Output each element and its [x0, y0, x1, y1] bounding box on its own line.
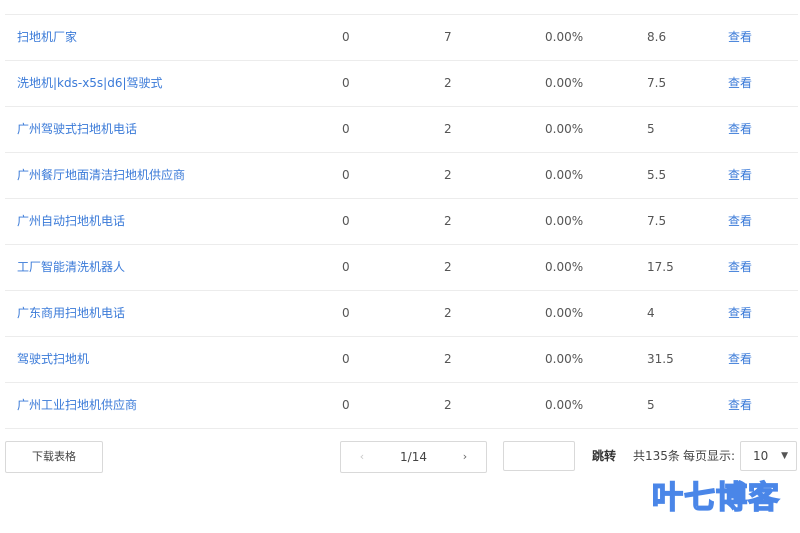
- per-page-select[interactable]: 10 ▼: [740, 441, 797, 471]
- cell-value: 0: [342, 30, 350, 44]
- cell-value: 0: [342, 214, 350, 228]
- cell-value: 5: [647, 122, 655, 136]
- pagination: ‹ 1/14 ›: [340, 441, 487, 473]
- jump-button[interactable]: 跳转: [592, 441, 616, 471]
- cell-value: 2: [444, 76, 452, 90]
- table-row: 驾驶式扫地机 0 2 0.00% 31.5 查看: [5, 337, 798, 383]
- cell-value: 17.5: [647, 260, 674, 274]
- chevron-left-icon[interactable]: ‹: [347, 442, 377, 472]
- cell-percent: 0.00%: [545, 214, 584, 228]
- view-link[interactable]: 查看: [728, 61, 752, 106]
- view-link[interactable]: 查看: [728, 107, 752, 152]
- page: 扫地机厂家 0 7 0.00% 8.6 查看 洗地机|kds-x5s|d6|驾驶…: [0, 0, 800, 533]
- keyword-link[interactable]: 广州驾驶式扫地机电话: [17, 107, 137, 152]
- cell-percent: 0.00%: [545, 168, 584, 182]
- cell-percent: 0.00%: [545, 306, 584, 320]
- view-link[interactable]: 查看: [728, 153, 752, 198]
- cell-value: 2: [444, 168, 452, 182]
- cell-percent: 0.00%: [545, 260, 584, 274]
- cell-value: 0: [342, 168, 350, 182]
- keyword-link[interactable]: 洗地机|kds-x5s|d6|驾驶式: [17, 61, 163, 106]
- cell-value: 31.5: [647, 352, 674, 366]
- view-link[interactable]: 查看: [728, 291, 752, 336]
- cell-value: 0: [342, 306, 350, 320]
- chevron-right-icon[interactable]: ›: [450, 442, 480, 472]
- cell-value: 5: [647, 398, 655, 412]
- keyword-link[interactable]: 广东商用扫地机电话: [17, 291, 125, 336]
- cell-value: 0: [342, 352, 350, 366]
- table-row: 广州餐厅地面清洁扫地机供应商 0 2 0.00% 5.5 查看: [5, 153, 798, 199]
- view-link[interactable]: 查看: [728, 15, 752, 60]
- table-row: 广东商用扫地机电话 0 2 0.00% 4 查看: [5, 291, 798, 337]
- view-link[interactable]: 查看: [728, 337, 752, 382]
- table-row: 广州驾驶式扫地机电话 0 2 0.00% 5 查看: [5, 107, 798, 153]
- page-indicator: 1/14: [400, 450, 427, 464]
- download-table-button[interactable]: 下载表格: [5, 441, 103, 473]
- cell-value: 0: [342, 76, 350, 90]
- cell-percent: 0.00%: [545, 398, 584, 412]
- cell-value: 7.5: [647, 214, 667, 228]
- cell-value: 0: [342, 398, 350, 412]
- cell-value: 8.6: [647, 30, 667, 44]
- view-link[interactable]: 查看: [728, 383, 752, 428]
- cell-value: 2: [444, 122, 452, 136]
- cell-value: 2: [444, 214, 452, 228]
- watermark-logo: 叶七博客: [651, 479, 780, 517]
- keyword-link[interactable]: 广州餐厅地面清洁扫地机供应商: [17, 153, 185, 198]
- keyword-link[interactable]: 驾驶式扫地机: [17, 337, 89, 382]
- keyword-link[interactable]: 扫地机厂家: [17, 15, 77, 60]
- cell-percent: 0.00%: [545, 352, 584, 366]
- cell-value: 5.5: [647, 168, 667, 182]
- table-row: 洗地机|kds-x5s|d6|驾驶式 0 2 0.00% 7.5 查看: [5, 61, 798, 107]
- cell-percent: 0.00%: [545, 122, 584, 136]
- page-jump-input[interactable]: [503, 441, 575, 471]
- cell-value: 0: [342, 122, 350, 136]
- total-count: 共135条: [633, 449, 680, 463]
- keyword-table: 扫地机厂家 0 7 0.00% 8.6 查看 洗地机|kds-x5s|d6|驾驶…: [5, 14, 798, 429]
- keyword-link[interactable]: 工厂智能清洗机器人: [17, 245, 125, 290]
- view-link[interactable]: 查看: [728, 245, 752, 290]
- view-link[interactable]: 查看: [728, 199, 752, 244]
- table-row: 工厂智能清洗机器人 0 2 0.00% 17.5 查看: [5, 245, 798, 291]
- cell-value: 2: [444, 352, 452, 366]
- cell-percent: 0.00%: [545, 30, 584, 44]
- caret-down-icon: ▼: [781, 451, 788, 461]
- cell-value: 7.5: [647, 76, 667, 90]
- cell-value: 2: [444, 260, 452, 274]
- keyword-link[interactable]: 广州自动扫地机电话: [17, 199, 125, 244]
- table-footer: 下载表格 ‹ 1/14 › 跳转 共135条 每页显示: 10 ▼: [0, 441, 800, 473]
- cell-value: 4: [647, 306, 655, 320]
- table-row: 广州工业扫地机供应商 0 2 0.00% 5 查看: [5, 383, 798, 429]
- keyword-link[interactable]: 广州工业扫地机供应商: [17, 383, 137, 428]
- cell-value: 0: [342, 260, 350, 274]
- table-row: 广州自动扫地机电话 0 2 0.00% 7.5 查看: [5, 199, 798, 245]
- per-page-label: 每页显示:: [683, 449, 736, 463]
- cell-value: 2: [444, 306, 452, 320]
- cell-value: 7: [444, 30, 452, 44]
- per-page-value: 10: [753, 449, 769, 463]
- cell-value: 2: [444, 398, 452, 412]
- table-row: 扫地机厂家 0 7 0.00% 8.6 查看: [5, 15, 798, 61]
- cell-percent: 0.00%: [545, 76, 584, 90]
